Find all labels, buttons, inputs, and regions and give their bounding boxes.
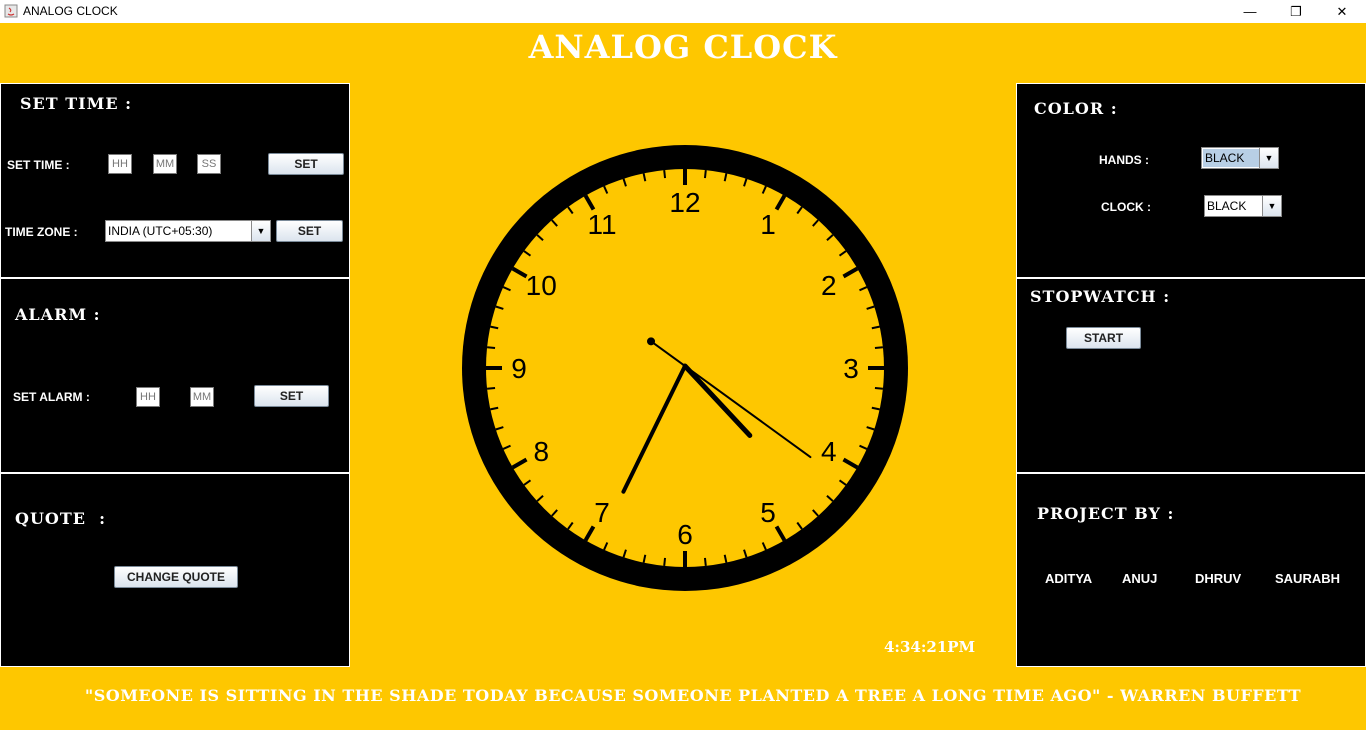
minute-tick <box>874 386 884 390</box>
quote-text: "SOMEONE IS SITTING IN THE SHADE TODAY B… <box>84 686 1302 705</box>
second-hand-tail-dot <box>647 337 656 346</box>
clock-numeral: 10 <box>526 270 557 301</box>
minute-tick <box>663 557 667 567</box>
minute-tick <box>874 346 884 350</box>
digital-time: 4:34:21PM <box>884 638 976 656</box>
clock-numeral: 1 <box>760 209 776 240</box>
clock-numeral: 9 <box>511 353 527 384</box>
clock-numeral: 5 <box>760 497 776 528</box>
clock-numeral: 11 <box>587 209 616 240</box>
clock-numeral: 8 <box>533 436 549 467</box>
clock-numeral: 2 <box>821 270 837 301</box>
clock-numeral: 4 <box>821 436 837 467</box>
minute-tick <box>703 169 707 179</box>
minute-tick <box>486 346 496 350</box>
clock-numeral: 7 <box>594 497 610 528</box>
clock-numeral: 3 <box>843 353 859 384</box>
minute-tick <box>486 386 496 390</box>
minute-tick <box>703 557 707 567</box>
analog-clock: 121234567891011 <box>462 145 908 591</box>
minute-tick <box>663 169 667 179</box>
clock-numeral: 6 <box>677 519 693 550</box>
clock-numeral: 12 <box>669 187 700 218</box>
